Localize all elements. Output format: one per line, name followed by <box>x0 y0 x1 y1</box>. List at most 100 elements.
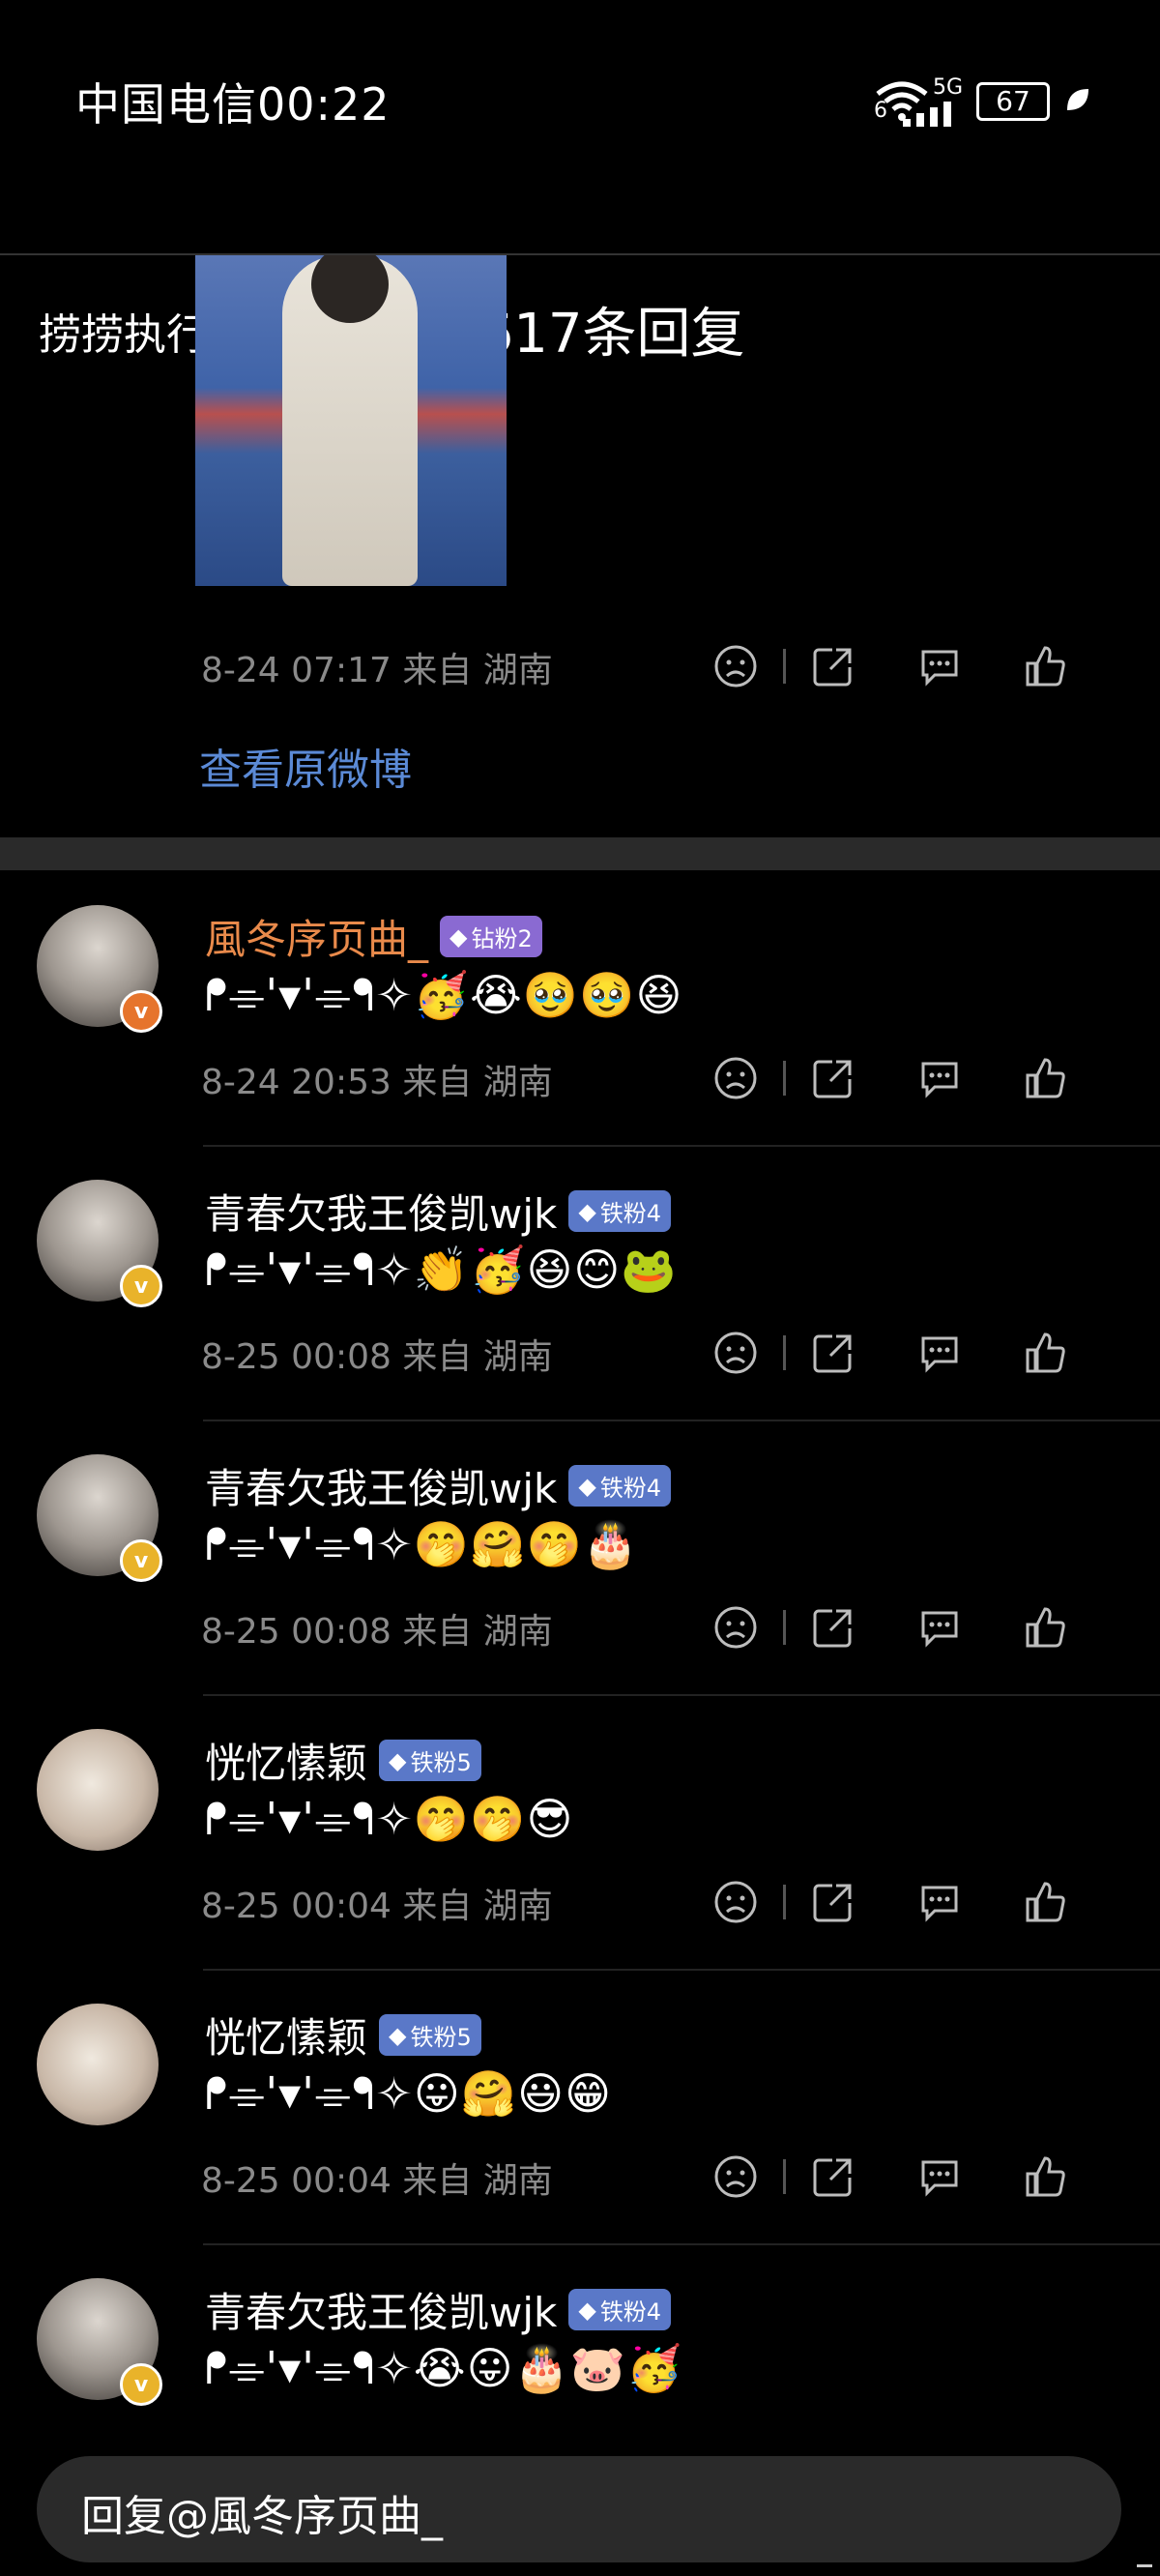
share-icon[interactable] <box>809 2152 857 2201</box>
comment-actions <box>711 2152 1070 2201</box>
diamond-icon: ◆ <box>389 2021 407 2049</box>
like-icon[interactable] <box>1022 1878 1070 1926</box>
section-divider <box>0 837 1160 870</box>
fan-badge-label: 铁粉5 <box>410 2024 472 2051</box>
fan-badge: ◆ 铁粉5 <box>379 1740 481 1781</box>
diamond-icon: ◆ <box>578 1197 596 1225</box>
diamond-icon: ◆ <box>578 1472 596 1500</box>
dislike-icon[interactable] <box>711 642 760 690</box>
action-separator <box>783 2159 786 2194</box>
comment-author[interactable]: 青春欠我王俊凯wjk ◆ 铁粉4 <box>205 2280 672 2339</box>
post-image[interactable] <box>195 255 507 586</box>
wifi-level: 6 <box>874 98 887 123</box>
comment-item[interactable]: 恍忆愫颖 ◆ 铁粉5 ᖰ⌯'▾'⌯ᖳ✧😛🤗😃😁 8-25 00:04 来自 湖南 <box>0 1971 1160 2245</box>
comment-author[interactable]: 恍忆愫颖 ◆ 铁粉5 <box>205 2005 481 2064</box>
post-meta: 8-24 07:17 来自 湖南 <box>201 651 553 690</box>
comment-item[interactable]: v 青春欠我王俊凯wjk ◆ 铁粉4 ᖰ⌯'▾'⌯ᖳ✧🤭🤗🤭🎂 8-25 00:0… <box>0 1421 1160 1696</box>
comment-item[interactable]: v 風冬序页曲_ ◆ 钻粉2 ᖰ⌯'▾'⌯ᖳ✧🥳😭🥹🥹😆 8-24 20:53 来… <box>0 872 1160 1147</box>
verified-badge-icon: v <box>120 2363 162 2406</box>
like-icon[interactable] <box>1022 642 1070 690</box>
verified-badge-icon: v <box>120 1539 162 1582</box>
carrier-label: 中国电信 <box>75 78 257 131</box>
dislike-icon[interactable] <box>711 1878 760 1926</box>
fan-badge-label: 铁粉4 <box>599 2298 662 2326</box>
share-icon[interactable] <box>809 1329 857 1377</box>
username[interactable]: 青春欠我王俊凯wjk <box>205 1182 557 1241</box>
comment-author[interactable]: 風冬序页曲_ ◆ 钻粉2 <box>205 907 542 966</box>
comment-actions <box>711 1603 1070 1652</box>
dislike-icon[interactable] <box>711 1329 760 1377</box>
carrier-time: 中国电信00:22 <box>75 70 391 133</box>
diamond-icon: ◆ <box>450 922 468 951</box>
action-separator <box>783 1335 786 1370</box>
view-original-link[interactable]: 查看原微博 <box>199 735 412 797</box>
reply-bar[interactable]: 回复@風冬序页曲_ <box>37 2456 1121 2562</box>
comment-item[interactable]: v 青春欠我王俊凯wjk ◆ 铁粉4 ᖰ⌯'▾'⌯ᖳ✧👏🥳😆😊🐸 8-25 00:… <box>0 1147 1160 1421</box>
comment-icon[interactable] <box>915 1054 964 1102</box>
dislike-icon[interactable] <box>711 1054 760 1102</box>
comment-icon[interactable] <box>915 2152 964 2201</box>
fan-badge: ◆ 铁粉4 <box>568 1190 672 1232</box>
share-icon[interactable] <box>809 642 857 690</box>
comment-text: ᖰ⌯'▾'⌯ᖳ✧🥳😭🥹🥹😆 <box>205 969 683 1021</box>
battery-icon: 67 <box>976 81 1050 121</box>
comment-meta: 8-25 00:04 来自 湖南 <box>201 2161 553 2201</box>
fan-badge: ◆ 铁粉5 <box>379 2014 481 2056</box>
post-actions <box>711 642 1070 690</box>
comment-item[interactable]: 恍忆愫颖 ◆ 铁粉5 ᖰ⌯'▾'⌯ᖳ✧🤭🤭😎 8-25 00:04 来自 湖南 <box>0 1696 1160 1971</box>
comment-icon[interactable] <box>915 1603 964 1652</box>
action-separator <box>783 649 786 684</box>
battery-level: 67 <box>996 85 1030 117</box>
comment-icon[interactable] <box>915 1329 964 1377</box>
comment-text: ᖰ⌯'▾'⌯ᖳ✧😭😛🎂🐷🥳 <box>205 2342 683 2394</box>
fan-badge: ◆ 钻粉2 <box>440 916 542 957</box>
comment-author[interactable]: 青春欠我王俊凯wjk ◆ 铁粉4 <box>205 1456 672 1515</box>
fan-badge-label: 铁粉4 <box>599 1475 662 1502</box>
username[interactable]: 風冬序页曲_ <box>205 907 428 966</box>
username[interactable]: 青春欠我王俊凯wjk <box>205 1456 557 1515</box>
nav-bar: 捞捞执行中 2617条回复 <box>0 145 1160 366</box>
avatar[interactable] <box>37 2004 159 2125</box>
leaf-icon <box>1063 85 1092 118</box>
comment-actions <box>711 1878 1070 1926</box>
avatar[interactable] <box>37 1729 159 1851</box>
dislike-icon[interactable] <box>711 1603 760 1652</box>
username[interactable]: 恍忆愫颖 <box>205 2005 367 2064</box>
diamond-icon: ◆ <box>389 1746 407 1774</box>
share-icon[interactable] <box>809 1603 857 1652</box>
like-icon[interactable] <box>1022 1054 1070 1102</box>
username[interactable]: 恍忆愫颖 <box>205 1731 367 1790</box>
comment-icon[interactable] <box>915 1878 964 1926</box>
verified-badge-icon: v <box>120 990 162 1033</box>
dislike-icon[interactable] <box>711 2152 760 2201</box>
diamond-icon: ◆ <box>578 2296 596 2324</box>
comment-text: ᖰ⌯'▾'⌯ᖳ✧🤭🤭😎 <box>205 1793 574 1845</box>
action-separator <box>783 1061 786 1096</box>
action-separator <box>783 1610 786 1645</box>
clock: 00:22 <box>257 78 391 131</box>
comment-icon[interactable] <box>915 642 964 690</box>
share-icon[interactable] <box>809 1878 857 1926</box>
comment-meta: 8-25 00:04 来自 湖南 <box>201 1887 553 1926</box>
comment-text: ᖰ⌯'▾'⌯ᖳ✧😛🤗😃😁 <box>205 2067 613 2120</box>
comment-text: ᖰ⌯'▾'⌯ᖳ✧🤭🤗🤭🎂 <box>205 1518 640 1570</box>
comment-actions <box>711 1054 1070 1102</box>
share-icon[interactable] <box>809 1054 857 1102</box>
comment-author[interactable]: 恍忆愫颖 ◆ 铁粉5 <box>205 1731 481 1790</box>
reply-input[interactable]: 回复@風冬序页曲_ <box>81 2481 443 2543</box>
status-bar: 中国电信00:22 6 5G 67 <box>0 0 1160 145</box>
like-icon[interactable] <box>1022 2152 1070 2201</box>
username[interactable]: 青春欠我王俊凯wjk <box>205 2280 557 2339</box>
network-type: 5G <box>932 75 963 100</box>
comment-meta: 8-25 00:08 来自 湖南 <box>201 1612 553 1652</box>
comment-text: ᖰ⌯'▾'⌯ᖳ✧👏🥳😆😊🐸 <box>205 1244 678 1296</box>
fan-badge-label: 铁粉5 <box>410 1749 472 1776</box>
comment-meta: 8-25 00:08 来自 湖南 <box>201 1337 553 1377</box>
comment-meta: 8-24 20:53 来自 湖南 <box>201 1063 553 1102</box>
like-icon[interactable] <box>1022 1329 1070 1377</box>
fan-badge: ◆ 铁粉4 <box>568 1465 672 1507</box>
verified-badge-icon: v <box>120 1265 162 1307</box>
like-icon[interactable] <box>1022 1603 1070 1652</box>
comment-author[interactable]: 青春欠我王俊凯wjk ◆ 铁粉4 <box>205 1182 672 1241</box>
fan-badge: ◆ 铁粉4 <box>568 2289 672 2330</box>
